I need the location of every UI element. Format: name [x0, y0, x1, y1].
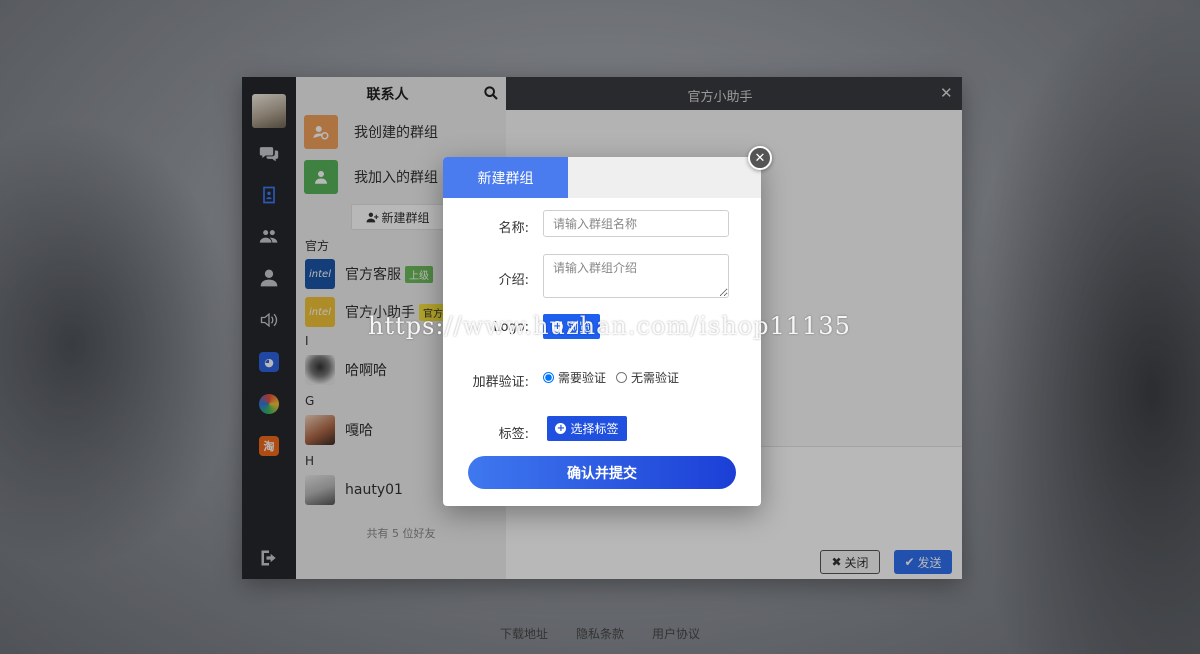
submit-button[interactable]: 确认并提交 [468, 456, 736, 489]
verify-none-option[interactable]: 无需验证 [616, 369, 679, 386]
name-label: 名称: [498, 221, 529, 236]
footer-link-terms[interactable]: 用户协议 [652, 625, 700, 642]
verify-none-radio[interactable] [616, 372, 628, 383]
verify-option-label: 无需验证 [631, 371, 680, 385]
select-tag-label: 选择标签 [570, 422, 619, 436]
group-name-input[interactable] [543, 210, 729, 237]
footer-link-download[interactable]: 下载地址 [500, 625, 548, 642]
footer-link-privacy[interactable]: 隐私条款 [576, 625, 624, 642]
intro-label: 介绍: [498, 273, 529, 288]
verify-required-radio[interactable] [543, 372, 554, 383]
tab-new-group[interactable]: 新建群组 [443, 157, 568, 198]
verify-option-label: 需要验证 [558, 371, 607, 385]
verify-required-option[interactable]: 需要验证 [543, 369, 606, 386]
footer-links: 下载地址 隐私条款 用户协议 [0, 625, 1200, 642]
verify-label: 加群验证: [472, 375, 529, 390]
select-tag-button[interactable]: + 选择标签 [547, 416, 627, 441]
watermark: https://www.huzhan.com/ishop11135 [368, 312, 851, 340]
plus-circle-icon: + [555, 423, 567, 434]
tag-label: 标签: [498, 427, 529, 442]
group-intro-textarea[interactable] [543, 254, 729, 298]
verify-radio-group: 需要验证 无需验证 [543, 369, 689, 386]
modal-close-icon[interactable]: ✕ [748, 146, 772, 170]
modal-tabs: 新建群组 [443, 157, 761, 198]
